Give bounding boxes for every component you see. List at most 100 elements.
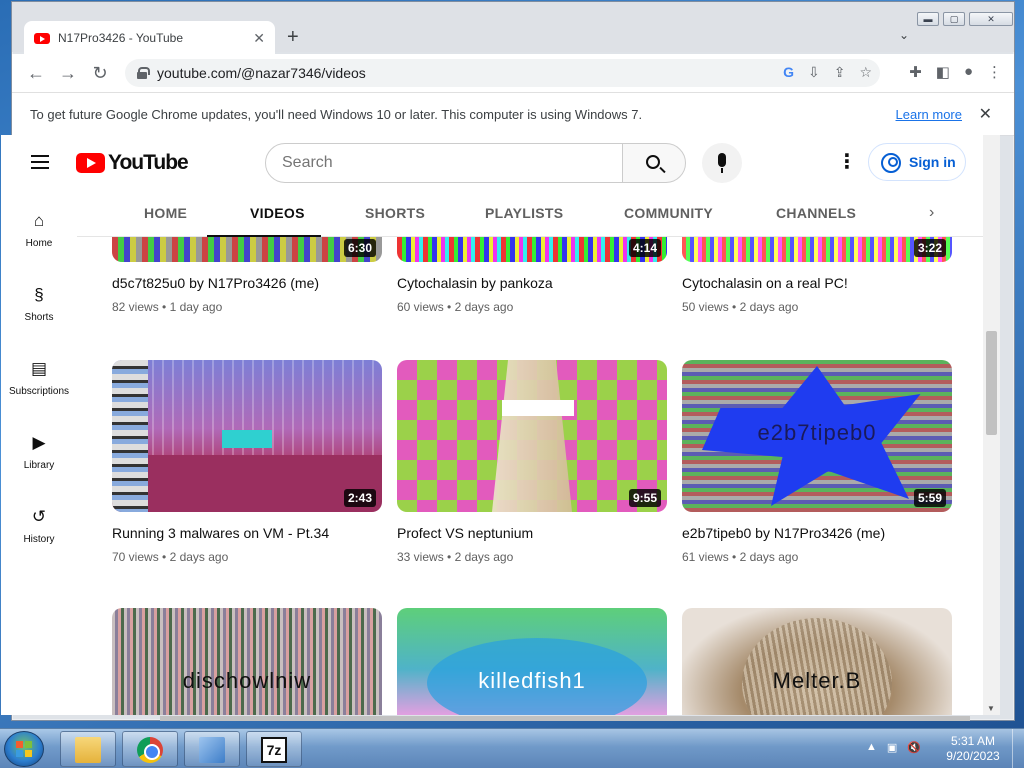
video-thumbnail[interactable]: Melter.B (682, 608, 952, 715)
video-thumbnail[interactable]: 6:30 (112, 237, 382, 262)
install-app-icon[interactable]: ⇩ (808, 64, 820, 81)
upload-age: 2 days ago (454, 300, 514, 314)
video-card[interactable]: 3:22 Cytochalasin on a real PC! 50 views… (682, 237, 952, 314)
search-input[interactable] (265, 143, 623, 183)
video-meta: 50 views • 2 days ago (682, 300, 799, 314)
youtube-logo[interactable]: YouTube (76, 151, 189, 175)
video-card[interactable]: e2b7tipeb0 5:59 e2b7tipeb0 by N17Pro3426… (682, 360, 952, 564)
extensions-icon[interactable]: ✚ (909, 63, 922, 81)
video-card[interactable]: 6:30 d5c7t825u0 by N17Pro3426 (me) 82 vi… (112, 237, 382, 314)
upload-age: 2 days ago (169, 550, 229, 564)
view-count: 33 views (397, 550, 444, 564)
tab-search-chevron-icon[interactable]: ⌄ (899, 28, 909, 42)
video-meta: 33 views • 2 days ago (397, 550, 514, 564)
show-hidden-icons-icon[interactable]: ▲ (866, 741, 877, 754)
7zip-icon: 7z (261, 737, 287, 763)
infobar-close-icon[interactable]: ✕ (979, 104, 992, 124)
address-bar[interactable]: youtube.com/@nazar7346/videos G ⇩ ⇪ ☆ (125, 59, 880, 87)
reload-icon[interactable]: ↻ (86, 59, 114, 87)
menu-icon[interactable] (31, 155, 49, 169)
bookmark-star-icon[interactable]: ☆ (859, 64, 872, 81)
taskbar-7zip[interactable]: 7z (246, 731, 302, 767)
show-desktop-button[interactable] (1012, 729, 1024, 768)
horizontal-scrollbar[interactable] (160, 716, 970, 721)
browser-tab[interactable]: N17Pro3426 - YouTube ✕ (24, 21, 275, 55)
taskbar-file-explorer[interactable] (60, 731, 116, 767)
side-panel-icon[interactable]: ◧ (936, 63, 950, 81)
view-count: 61 views (682, 550, 729, 564)
tab-channels[interactable]: CHANNELS (776, 205, 856, 221)
video-thumbnail[interactable]: 4:14 (397, 237, 667, 262)
youtube-page: YouTube ⋮ Sign in ⌂ Home § Shorts ▤ Subs… (1, 135, 983, 715)
tab-close-icon[interactable]: ✕ (253, 30, 265, 47)
settings-kebab-icon[interactable]: ⋮ (837, 152, 857, 172)
chrome-menu-icon[interactable]: ⋮ (987, 63, 1002, 81)
voice-search-mic-icon[interactable] (702, 143, 742, 183)
sign-in-button[interactable]: Sign in (868, 143, 966, 181)
volume-muted-icon[interactable]: 🔇 (907, 741, 921, 754)
video-card[interactable]: dischowlniw (112, 608, 382, 715)
youtube-favicon-icon (34, 32, 50, 44)
video-thumbnail[interactable]: dischowlniw (112, 608, 382, 715)
video-title[interactable]: Running 3 malwares on VM - Pt.34 (112, 525, 382, 541)
network-icon[interactable]: ▣ (887, 741, 897, 754)
vertical-scrollbar[interactable]: ▼ (983, 135, 1000, 715)
upload-age: 2 days ago (739, 550, 799, 564)
video-title[interactable]: e2b7tipeb0 by N17Pro3426 (me) (682, 525, 952, 541)
chevron-right-icon[interactable]: › (929, 204, 934, 222)
url-text[interactable]: youtube.com/@nazar7346/videos (157, 65, 366, 81)
windows-taskbar: 7z ▲ ▣ 🔇 5:31 AM 9/20/2023 (0, 728, 1024, 768)
video-grid: 6:30 d5c7t825u0 by N17Pro3426 (me) 82 vi… (1, 237, 983, 715)
google-lens-icon[interactable]: G (783, 64, 794, 81)
sign-in-label: Sign in (909, 154, 956, 170)
video-title[interactable]: Cytochalasin by pankoza (397, 275, 667, 291)
tab-community[interactable]: COMMUNITY (624, 205, 713, 221)
back-arrow-icon[interactable]: ← (22, 59, 50, 87)
video-card[interactable]: 9:55 Profect VS neptunium 33 views • 2 d… (397, 360, 667, 564)
taskbar-control-panel[interactable] (184, 731, 240, 767)
video-thumbnail[interactable]: e2b7tipeb0 5:59 (682, 360, 952, 512)
forward-arrow-icon[interactable]: → (54, 59, 82, 87)
video-card[interactable]: Melter.B (682, 608, 952, 715)
video-card[interactable]: 4:14 Cytochalasin by pankoza 60 views • … (397, 237, 667, 314)
thumbnail-caption: Melter.B (772, 668, 862, 693)
minimize-button[interactable]: ▬ (917, 12, 939, 26)
view-count: 60 views (397, 300, 444, 314)
thumbnail-caption: killedfish1 (478, 668, 586, 693)
maximize-button[interactable]: ▢ (943, 12, 965, 26)
scroll-down-arrow-icon[interactable]: ▼ (987, 704, 995, 713)
thumbnail-caption: dischowlniw (182, 668, 312, 693)
video-card[interactable]: 2:43 Running 3 malwares on VM - Pt.34 70… (112, 360, 382, 564)
share-icon[interactable]: ⇪ (834, 64, 846, 81)
infobar-message: To get future Google Chrome updates, you… (30, 106, 643, 122)
search-button[interactable] (622, 143, 686, 183)
video-thumbnail[interactable]: 2:43 (112, 360, 382, 512)
logo-text: YouTube (108, 151, 189, 174)
clock[interactable]: 5:31 AM 9/20/2023 (940, 734, 1006, 764)
video-title[interactable]: d5c7t825u0 by N17Pro3426 (me) (112, 275, 382, 291)
video-card[interactable]: killedfish1 (397, 608, 667, 715)
home-icon: ⌂ (33, 211, 45, 230)
taskbar-chrome[interactable] (122, 731, 178, 767)
video-title[interactable]: Profect VS neptunium (397, 525, 667, 541)
browser-toolbar: ← → ↻ youtube.com/@nazar7346/videos G ⇩ … (12, 54, 1014, 92)
close-window-button[interactable]: ✕ (969, 12, 1013, 26)
video-thumbnail[interactable]: 9:55 (397, 360, 667, 512)
video-thumbnail[interactable]: killedfish1 (397, 608, 667, 715)
tab-shorts[interactable]: SHORTS (365, 205, 425, 221)
tab-videos[interactable]: VIDEOS (250, 205, 305, 221)
learn-more-link[interactable]: Learn more (896, 107, 962, 122)
start-button[interactable] (4, 731, 44, 767)
video-title[interactable]: Cytochalasin on a real PC! (682, 275, 952, 291)
tab-playlists[interactable]: PLAYLISTS (485, 205, 563, 221)
clock-time: 5:31 AM (950, 734, 996, 748)
lock-icon[interactable] (137, 67, 150, 79)
new-tab-button[interactable]: + (287, 26, 299, 49)
video-meta: 60 views • 2 days ago (397, 300, 514, 314)
tab-home[interactable]: HOME (144, 205, 187, 221)
video-thumbnail[interactable]: 3:22 (682, 237, 952, 262)
video-meta: 70 views • 2 days ago (112, 550, 229, 564)
scrollbar-thumb[interactable] (986, 331, 997, 435)
update-infobar: To get future Google Chrome updates, you… (12, 92, 1014, 136)
profile-icon[interactable]: ● (964, 63, 973, 81)
